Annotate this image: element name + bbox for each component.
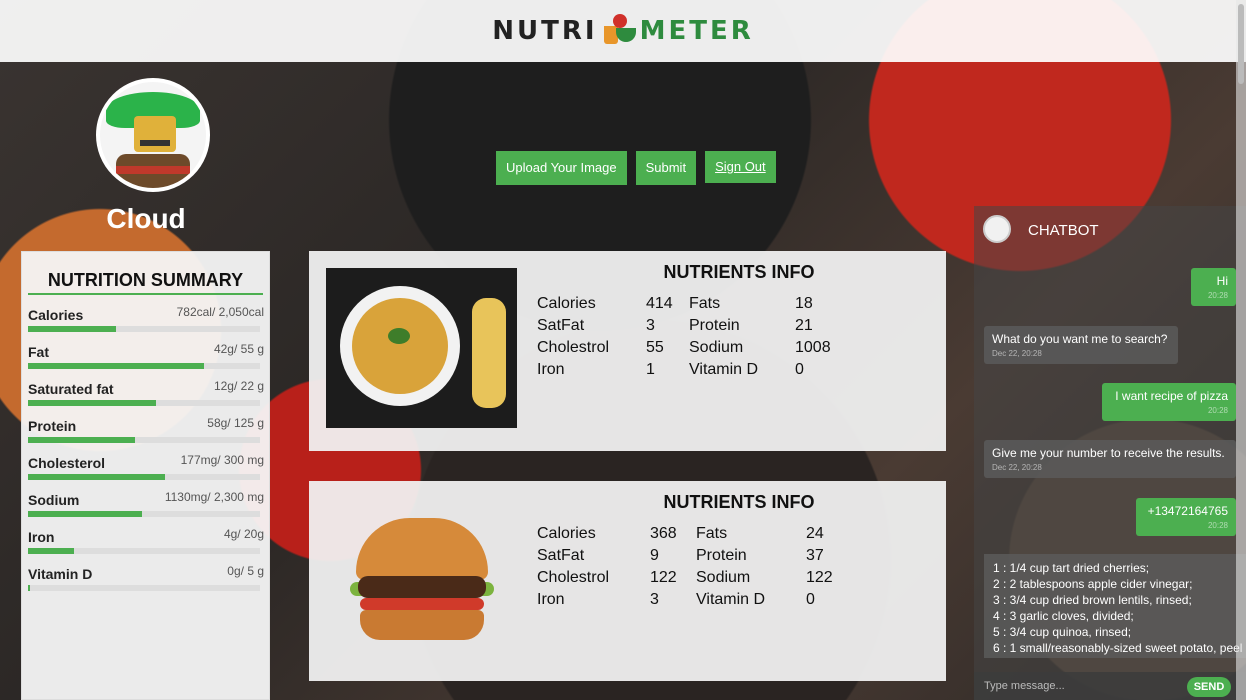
progress-fill: [28, 585, 31, 591]
summary-row: Cholesterol 177mg/ 300 mg: [28, 443, 264, 480]
nutrients-card: NUTRIENTS INFO Calories 414 Fats 18 SatFat 3…: [309, 251, 946, 451]
food-photo-soup: [326, 268, 517, 428]
user-avatar[interactable]: [96, 78, 210, 192]
summary-value: 1130mg/ 2,300 mg: [164, 490, 264, 504]
nutrient-row: Iron 3 Vitamin D0: [537, 591, 815, 608]
food-photo-burger: [326, 498, 517, 658]
chatbot-title: CHATBOT: [1028, 222, 1099, 239]
summary-value: 12g/ 22 g: [213, 379, 264, 393]
chatbot-avatar-icon: [983, 215, 1011, 243]
nutrition-summary-panel: NUTRITION SUMMARY Calories 782cal/ 2,050c…: [21, 251, 270, 700]
username-label: Cloud: [106, 203, 186, 234]
summary-value: 4g/ 20g: [223, 527, 264, 541]
chatbot-panel: CHATBOT Hi 20:28 What do you want me to s…: [974, 206, 1246, 700]
nutrient-row: SatFat 3 Protein 21: [537, 317, 813, 334]
summary-title: NUTRITION SUMMARY: [28, 252, 263, 295]
nutrient-row: Calories 414 Fats 18: [537, 295, 813, 312]
summary-label: Cholesterol: [28, 455, 106, 471]
chat-message-out: +13472164765 20:28: [1136, 498, 1236, 536]
summary-row: Protein 58g/ 125 g: [28, 406, 264, 443]
summary-value: 58g/ 125 g: [207, 416, 264, 430]
logo-text-left: NUTRI: [492, 16, 598, 46]
summary-row: Iron 4g/ 20g: [28, 517, 264, 554]
summary-row: Calories 782cal/ 2,050cal: [28, 295, 264, 332]
chat-input-bar: SEND: [974, 672, 1246, 700]
chat-message-in: Give me your number to receive the resul…: [984, 440, 1236, 478]
chat-message-in: What do you want me to search? Dec 22, 20…: [984, 326, 1178, 364]
nutrient-grid: Calories 414 Fats 18 SatFat 3 Protein 21 Chole…: [537, 295, 857, 383]
chat-message-input[interactable]: [984, 677, 1174, 695]
nutrient-row: Iron 1 Vitamin D0: [537, 361, 804, 378]
nutrient-row: Cholestrol 122 Sodium 122: [537, 569, 833, 586]
app-logo[interactable]: NUTRI METER: [492, 14, 753, 48]
summary-value: 177mg/ 300 mg: [180, 453, 264, 467]
summary-value: 42g/ 55 g: [213, 342, 264, 356]
summary-label: Iron: [28, 529, 55, 545]
nutrient-row: Cholestrol 55 Sodium 1008: [537, 339, 831, 356]
food-bowl-icon: [602, 14, 636, 48]
card-title: NUTRIENTS INFO: [663, 262, 815, 282]
summary-row: Sodium 1130mg/ 2,300 mg: [28, 480, 264, 517]
summary-value: 0g/ 5 g: [227, 564, 264, 578]
action-buttons: Upload Your Image Submit Sign Out: [496, 151, 776, 185]
summary-label: Vitamin D: [28, 566, 93, 582]
progress-bar: [28, 585, 260, 591]
header-bar: NUTRI METER: [0, 0, 1246, 62]
send-button[interactable]: SEND: [1187, 677, 1231, 697]
logo-text-right: METER: [639, 16, 754, 46]
chat-message-recipe: 1 : 1/4 cup tart dried cherries; 2 : 2 t…: [984, 554, 1246, 658]
summary-label: Protein: [28, 418, 77, 434]
summary-label: Sodium: [28, 492, 80, 508]
summary-row: Fat 42g/ 55 g: [28, 332, 264, 369]
chatbot-header: CHATBOT: [974, 206, 1246, 252]
summary-label: Calories: [28, 307, 84, 323]
nutrient-row: Calories 368 Fats 24: [537, 525, 824, 542]
sign-out-button[interactable]: Sign Out: [705, 151, 776, 183]
summary-row: Saturated fat 12g/ 22 g: [28, 369, 264, 406]
chat-message-out: I want recipe of pizza 20:28: [1102, 383, 1236, 421]
submit-button[interactable]: Submit: [635, 151, 697, 185]
summary-label: Saturated fat: [28, 381, 114, 397]
nutrient-grid: Calories 368 Fats 24 SatFat 9 Protein 37 Chole…: [537, 525, 857, 613]
scrollbar-thumb[interactable]: [1238, 4, 1244, 84]
nutrients-card: NUTRIENTS INFO Calories 368 Fats 24 SatFat 9…: [309, 481, 946, 681]
summary-row: Vitamin D 0g/ 5 g: [28, 554, 264, 591]
page-scrollbar[interactable]: [1236, 0, 1246, 700]
upload-image-button[interactable]: Upload Your Image: [496, 151, 627, 185]
chat-message-out: Hi 20:28: [1191, 268, 1236, 306]
summary-value: 782cal/ 2,050cal: [176, 305, 264, 319]
summary-label: Fat: [28, 344, 49, 360]
nutrient-row: SatFat 9 Protein 37: [537, 547, 824, 564]
card-title: NUTRIENTS INFO: [663, 492, 815, 512]
